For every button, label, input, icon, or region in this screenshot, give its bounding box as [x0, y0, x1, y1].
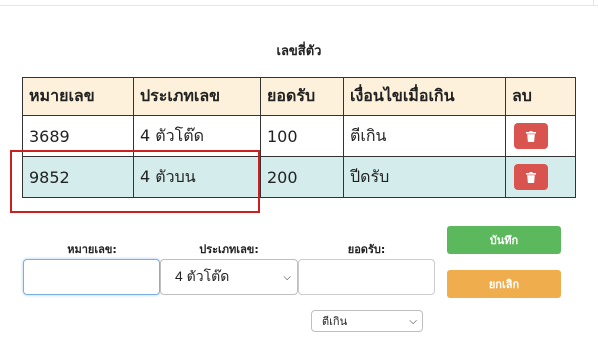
amount-input[interactable] [298, 259, 435, 295]
amount-label: ยอดรับ: [347, 243, 386, 256]
trash-icon [526, 130, 536, 142]
chevron-down-icon: ⌵ [409, 315, 417, 327]
cell-condition: ปีดรับ [343, 156, 506, 198]
type-select-value: 4 ตัวโต๊ด [175, 268, 230, 284]
type-label: ประเภทเลข: [199, 243, 259, 256]
chevron-down-icon: ⌵ [283, 271, 291, 283]
number-label: หมายเลข: [67, 243, 117, 256]
cell-delete [505, 115, 576, 157]
trash-icon [526, 171, 536, 183]
highlight-annotation-box [10, 150, 260, 213]
header-type: ประเภทเลข [133, 77, 261, 116]
type-select[interactable]: 4 ตัวโต๊ด ⌵ [160, 259, 298, 295]
section-title: เลขสี่ตัว [276, 44, 322, 59]
cell-condition: ตีเกิน [343, 115, 506, 157]
save-button[interactable]: บันทึก [447, 226, 561, 254]
cell-amount: 100 [260, 115, 344, 157]
header-amount: ยอดรับ [260, 77, 344, 116]
number-input[interactable] [23, 259, 160, 295]
cell-delete [505, 156, 576, 198]
condition-select-value: ตีเกิน [322, 316, 348, 328]
delete-button[interactable] [514, 123, 548, 149]
cancel-button[interactable]: ยกเลิก [447, 270, 561, 298]
cell-amount: 200 [260, 156, 344, 198]
condition-select[interactable]: ตีเกิน ⌵ [311, 310, 423, 332]
table-header-row: หมายเลข ประเภทเลข ยอดรับ เงื่อนไขเมื่อเก… [22, 77, 576, 116]
delete-button[interactable] [514, 164, 548, 190]
top-divider [0, 0, 598, 6]
header-condition: เงื่อนไขเมื่อเกิน [343, 77, 506, 116]
header-delete: ลบ [505, 77, 576, 116]
header-number: หมายเลข [22, 77, 134, 116]
